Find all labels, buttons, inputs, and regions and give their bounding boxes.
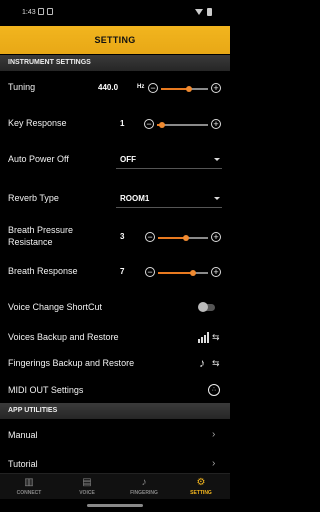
key-response-value: 1 bbox=[120, 119, 125, 128]
breath-response-slider[interactable] bbox=[158, 270, 208, 276]
gear-icon: ⚙ bbox=[196, 477, 206, 488]
system-nav-bar bbox=[0, 499, 230, 512]
breath-pressure-label-line2: Resistance bbox=[8, 237, 53, 247]
voice-icon: ▤ bbox=[82, 477, 92, 488]
key-response-slider[interactable] bbox=[157, 122, 208, 128]
key-response-plus-button[interactable]: + bbox=[211, 119, 221, 129]
breath-pressure-slider-fill bbox=[158, 237, 186, 239]
status-bar: 1:43 bbox=[0, 0, 230, 26]
dropdown-arrow-icon[interactable] bbox=[214, 197, 220, 200]
chevron-right-icon[interactable]: › bbox=[212, 429, 215, 440]
tab-setting-label: SETTING bbox=[190, 490, 212, 496]
dropdown-underline bbox=[116, 168, 222, 169]
key-response-minus-button[interactable]: − bbox=[144, 119, 154, 129]
voices-backup-label: Voices Backup and Restore bbox=[8, 332, 119, 342]
tuning-label: Tuning bbox=[8, 82, 36, 92]
swap-arrows-icon[interactable]: ⇆ bbox=[212, 358, 220, 369]
breath-response-minus-button[interactable]: − bbox=[145, 267, 155, 277]
section-app-utilities: APP UTILITIES bbox=[0, 403, 230, 419]
status-right bbox=[195, 8, 212, 16]
reverb-type-label: Reverb Type bbox=[8, 193, 59, 203]
saxophone-icon: ♪ bbox=[141, 477, 147, 488]
reverb-type-value[interactable]: ROOM1 bbox=[120, 194, 149, 203]
toggle-knob bbox=[198, 302, 208, 312]
notification-icon bbox=[47, 8, 53, 15]
tuning-value[interactable]: 440.0 bbox=[98, 83, 118, 92]
breath-pressure-plus-button[interactable]: + bbox=[211, 232, 221, 242]
dropdown-arrow-icon[interactable] bbox=[214, 158, 220, 161]
tab-connect[interactable]: ▥ CONNECT bbox=[9, 474, 49, 500]
breath-response-label: Breath Response bbox=[8, 266, 78, 276]
battery-icon bbox=[207, 8, 212, 16]
breath-response-plus-button[interactable]: + bbox=[211, 267, 221, 277]
midi-out-label: MIDI OUT Settings bbox=[8, 385, 84, 395]
breath-pressure-value: 3 bbox=[120, 232, 125, 241]
tab-voice-label: VOICE bbox=[79, 490, 95, 496]
midi-connector-icon[interactable]: ∴ bbox=[208, 384, 220, 396]
auto-power-off-label: Auto Power Off bbox=[8, 154, 69, 164]
tab-setting[interactable]: ⚙ SETTING bbox=[181, 474, 221, 500]
breath-pressure-slider[interactable] bbox=[158, 235, 208, 241]
tuning-slider-fill bbox=[161, 88, 190, 90]
notification-icons bbox=[38, 8, 53, 15]
swap-arrows-icon[interactable]: ⇆ bbox=[212, 332, 220, 343]
voice-change-toggle[interactable] bbox=[198, 302, 215, 312]
breath-response-slider-fill bbox=[158, 272, 193, 274]
voice-change-label: Voice Change ShortCut bbox=[8, 302, 103, 312]
key-response-slider-knob[interactable] bbox=[159, 122, 166, 128]
fingerings-backup-label: Fingerings Backup and Restore bbox=[8, 358, 135, 368]
auto-power-off-value[interactable]: OFF bbox=[120, 155, 136, 164]
tab-connect-label: CONNECT bbox=[16, 490, 42, 496]
wifi-icon bbox=[195, 9, 203, 15]
tuning-slider[interactable] bbox=[161, 86, 208, 92]
tuning-minus-button[interactable]: − bbox=[148, 83, 158, 93]
saxophone-icon: ♪ bbox=[199, 356, 205, 370]
bottom-tab-bar: ▥ CONNECT ▤ VOICE ♪ FINGERING ⚙ SETTING bbox=[0, 473, 230, 499]
key-response-label: Key Response bbox=[8, 118, 67, 128]
tab-voice[interactable]: ▤ VOICE bbox=[67, 474, 107, 500]
home-gesture-pill[interactable] bbox=[87, 504, 143, 507]
notification-icon bbox=[38, 8, 44, 15]
tuning-plus-button[interactable]: + bbox=[211, 83, 221, 93]
breath-response-value: 7 bbox=[120, 267, 125, 276]
tuning-unit: Hz bbox=[137, 84, 145, 90]
section-instrument-settings: INSTRUMENT SETTINGS bbox=[0, 55, 230, 71]
manual-label: Manual bbox=[8, 430, 38, 440]
page-title: SETTING bbox=[0, 26, 230, 54]
tuning-slider-knob[interactable] bbox=[186, 86, 193, 92]
breath-pressure-label-line1: Breath Pressure bbox=[8, 225, 74, 235]
status-time: 1:43 bbox=[22, 9, 36, 16]
breath-pressure-minus-button[interactable]: − bbox=[145, 232, 155, 242]
chevron-right-icon[interactable]: › bbox=[212, 458, 215, 469]
voices-bars-icon bbox=[198, 332, 209, 343]
breath-pressure-slider-knob[interactable] bbox=[182, 235, 189, 241]
breath-response-slider-knob[interactable] bbox=[190, 270, 196, 276]
connect-icon: ▥ bbox=[24, 477, 34, 488]
dropdown-underline bbox=[116, 207, 222, 208]
tab-fingering-label: FINGERING bbox=[130, 490, 158, 496]
tutorial-label: Tutorial bbox=[8, 459, 38, 469]
tab-fingering[interactable]: ♪ FINGERING bbox=[124, 474, 164, 500]
